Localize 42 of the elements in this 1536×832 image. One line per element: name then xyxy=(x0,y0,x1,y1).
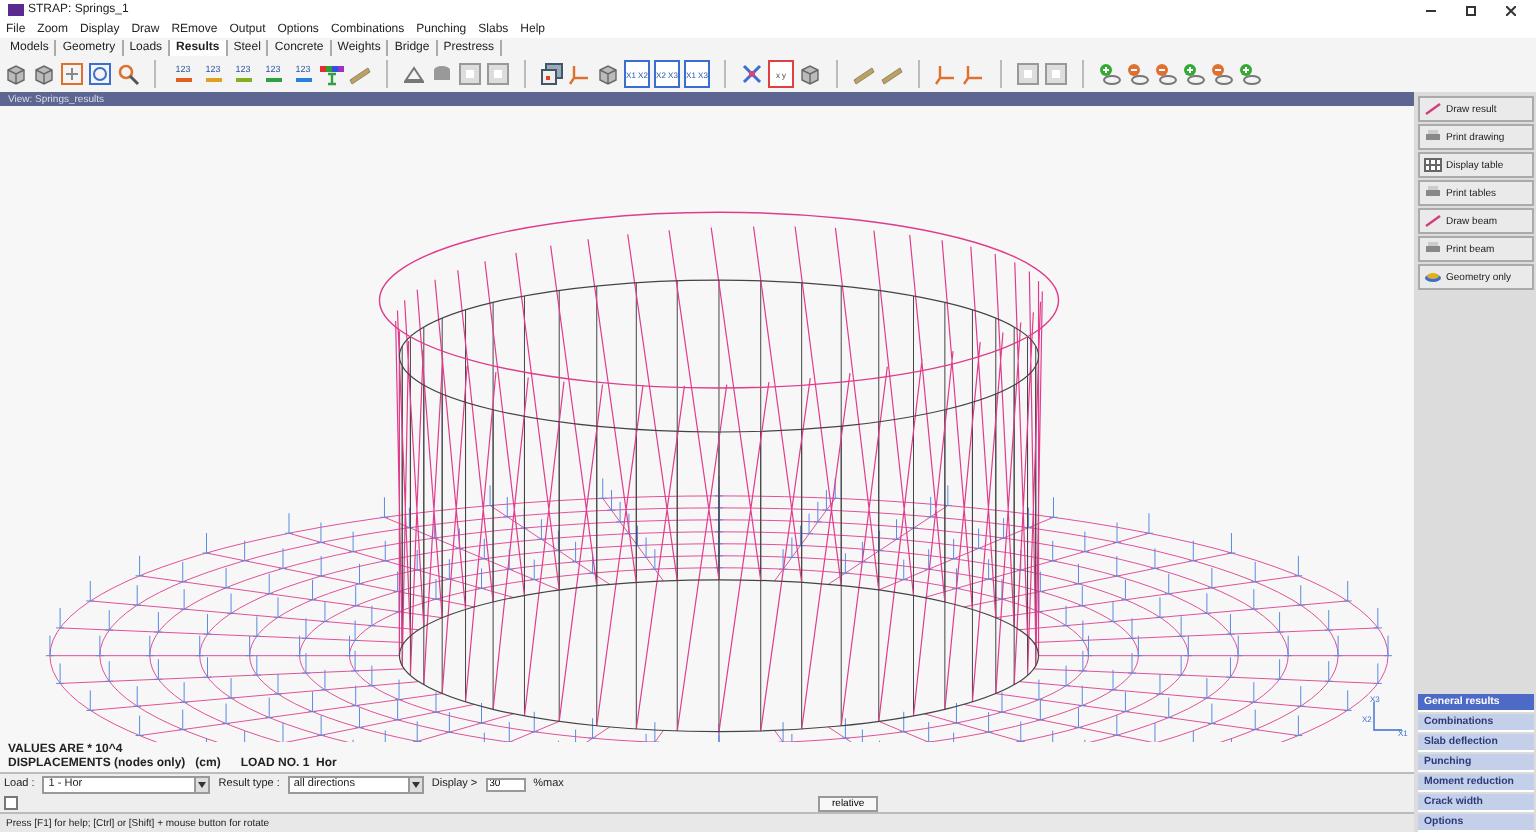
color-scale-icon[interactable] xyxy=(320,62,344,86)
restore-icon xyxy=(1465,5,1475,15)
app-logo-icon xyxy=(8,4,24,16)
printer-icon xyxy=(1424,242,1442,256)
windows-icon[interactable] xyxy=(540,62,564,86)
caret-icon xyxy=(411,781,420,787)
frame-icon[interactable] xyxy=(458,62,482,86)
frame-icon[interactable] xyxy=(1044,62,1068,86)
frame-icon[interactable] xyxy=(1016,62,1040,86)
cube-icon[interactable] xyxy=(798,62,822,86)
cross-icon[interactable] xyxy=(740,62,764,86)
pen-icon xyxy=(1424,102,1442,116)
move-icon[interactable] xyxy=(60,62,84,86)
pen-icon xyxy=(1424,214,1442,228)
table-icon xyxy=(1424,158,1442,172)
printer-icon xyxy=(1424,186,1442,200)
cube-icon[interactable] xyxy=(4,62,28,86)
beam-icon[interactable] xyxy=(348,62,372,86)
remove-icon[interactable] xyxy=(1126,62,1150,86)
add-icon[interactable] xyxy=(1238,62,1262,86)
cube-icon[interactable] xyxy=(32,62,56,86)
checkbox[interactable] xyxy=(4,796,18,810)
axes-icon[interactable] xyxy=(962,62,986,86)
add-icon[interactable] xyxy=(1098,62,1122,86)
search-icon[interactable] xyxy=(116,62,140,86)
minimize-icon xyxy=(1425,9,1435,11)
cube-icon[interactable] xyxy=(596,62,620,86)
remove-icon[interactable] xyxy=(1210,62,1234,86)
axes-icon[interactable] xyxy=(568,62,592,86)
remove-icon[interactable] xyxy=(1154,62,1178,86)
refresh-icon[interactable] xyxy=(88,62,112,86)
add-icon[interactable] xyxy=(1182,62,1206,86)
printer-icon xyxy=(1424,130,1442,144)
stack-icon[interactable] xyxy=(430,62,454,86)
caret-icon xyxy=(198,781,207,787)
layers-icon xyxy=(1424,270,1442,284)
axes-icon[interactable] xyxy=(934,62,958,86)
beam-icon[interactable] xyxy=(880,62,904,86)
frame-icon[interactable] xyxy=(486,62,510,86)
support-icon[interactable] xyxy=(402,62,426,86)
beam-icon[interactable] xyxy=(852,62,876,86)
close-icon xyxy=(1505,5,1515,15)
